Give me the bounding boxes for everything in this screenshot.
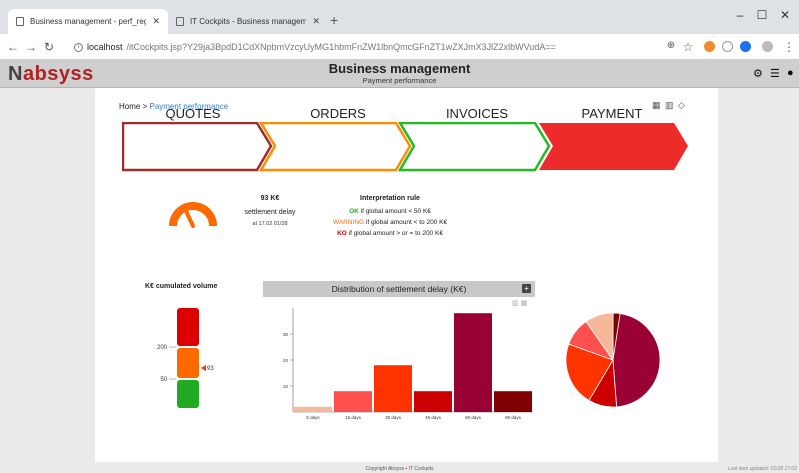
- content-area: Home > Payment performance ▦ ▥ ◇ QUOTES …: [0, 88, 799, 473]
- x-tick-label: 90 days: [505, 415, 522, 420]
- browser-tab[interactable]: IT Cockpits - Business management ✕: [168, 9, 328, 34]
- new-tab-icon[interactable]: +: [330, 12, 338, 28]
- tick-label-200: 200: [157, 345, 168, 351]
- forward-icon[interactable]: →: [24, 40, 38, 54]
- rule-warning: WARNING if global amount < to 200 K€: [315, 219, 465, 226]
- rules-title: Interpretation rule: [360, 195, 420, 202]
- volume-title: K€ cumulated volume: [145, 283, 218, 290]
- refresh-icon[interactable]: ◇: [678, 100, 685, 111]
- gear-icon[interactable]: ⚙: [753, 67, 763, 80]
- zoom-icon[interactable]: ⊕: [664, 40, 678, 51]
- bookmark-star-icon[interactable]: ☆: [681, 40, 695, 54]
- extension-icon[interactable]: [740, 41, 751, 52]
- tab-title: IT Cockpits - Business management: [190, 17, 307, 26]
- browser-tab-active[interactable]: Business management - perf_reg ✕: [8, 9, 168, 34]
- extension-icon[interactable]: [704, 41, 715, 52]
- tab-title: Business management - perf_reg: [30, 17, 147, 26]
- y-tick-label: 10: [283, 384, 289, 389]
- copyright: Copyright Absyss ▪ IT Cockpits: [0, 466, 799, 472]
- back-icon[interactable]: ←: [6, 40, 20, 54]
- browser-tabstrip: Business management - perf_reg ✕ IT Cock…: [0, 0, 799, 34]
- chart-header: Distribution of settlement delay (K€) +: [263, 281, 535, 297]
- page-subtitle: Payment performance: [362, 76, 437, 85]
- step-quotes[interactable]: [122, 122, 273, 172]
- x-tick-label: 60 days: [465, 415, 482, 420]
- rule-ko-text: if global amount > or = to 200 K€: [346, 230, 443, 237]
- close-tab-icon[interactable]: ✕: [312, 16, 320, 27]
- reload-icon[interactable]: ↻: [42, 40, 56, 54]
- rule-ko: KO if global amount > or = to 200 K€: [315, 230, 465, 237]
- y-tick-label: 20: [283, 358, 289, 363]
- step-orders[interactable]: [258, 122, 412, 172]
- url-host: localhost: [87, 42, 123, 52]
- bar-chart: 10 20 30 5 days 15 days 30 days 45 days 60 days…: [283, 308, 533, 420]
- close-window-icon[interactable]: ✕: [776, 8, 794, 22]
- step-label-invoices: INVOICES: [445, 106, 509, 121]
- kpi-date: at 17.02 01/28: [252, 221, 288, 227]
- expand-icon[interactable]: +: [522, 284, 531, 293]
- step-invoices[interactable]: [397, 122, 551, 172]
- page-icon: [176, 17, 184, 26]
- kpi-value: 93 K€: [260, 195, 280, 202]
- rule-ok-text: if global amount < 50 K€: [358, 208, 431, 215]
- list-icon[interactable]: ☰: [770, 67, 780, 80]
- volume-ko-zone: [177, 308, 199, 346]
- volume-marker-label: 93: [207, 366, 214, 372]
- info-icon[interactable]: i: [74, 42, 83, 52]
- main-panel: Home > Payment performance ▦ ▥ ◇ QUOTES …: [95, 88, 718, 462]
- footer-logo-icon: ▪: [405, 466, 408, 472]
- rule-warning-label: WARNING: [332, 219, 365, 226]
- last-updated: Last item updated: 01/28 17:02: [728, 466, 797, 472]
- process-steps: [122, 122, 688, 172]
- x-tick-label: 15 days: [345, 415, 362, 420]
- bar[interactable]: [494, 391, 532, 412]
- volume-marker: [201, 365, 206, 371]
- menu-dots-icon[interactable]: ⋮: [782, 40, 796, 54]
- kpi-label: settlement delay: [244, 209, 296, 216]
- step-label-payment: PAYMENT: [581, 106, 643, 121]
- rule-ok: OK if global amount < 50 K€: [315, 208, 465, 215]
- volume-warning-zone: [177, 348, 199, 378]
- pie-slice[interactable]: [612, 313, 661, 408]
- pie-chart: [565, 312, 661, 408]
- tick-label-50: 50: [160, 377, 167, 383]
- footer-product: IT Cockpits: [408, 466, 434, 472]
- x-tick-label: 30 days: [385, 415, 402, 420]
- browser-toolbar: ← → ↻ i localhost/itCockpits.jsp?Y29ja3B…: [0, 34, 799, 60]
- footer: Copyright Absyss ▪ IT Cockpits Last item…: [0, 466, 799, 473]
- volume-ok-zone: [177, 380, 199, 408]
- bar[interactable]: [374, 365, 412, 412]
- page-icon: [16, 17, 24, 26]
- chart-title: Distribution of settlement delay (K€): [331, 284, 467, 294]
- address-bar[interactable]: i localhost/itCockpits.jsp?Y29ja3BpdD1Cd…: [74, 38, 659, 56]
- extension-icon[interactable]: [722, 41, 733, 52]
- close-tab-icon[interactable]: ✕: [152, 16, 160, 27]
- app-header: Nabsyss Business management Payment perf…: [0, 60, 799, 88]
- minimize-icon[interactable]: –: [731, 8, 749, 22]
- step-payment[interactable]: [539, 123, 688, 170]
- url-path: /itCockpits.jsp?Y29ja3BpdD1CdXNpbmVzcyUy…: [126, 42, 556, 52]
- rule-ok-label: OK: [349, 208, 359, 215]
- bar[interactable]: [294, 406, 332, 412]
- step-label-orders: ORDERS: [310, 106, 366, 121]
- page-title: Business management: [328, 61, 471, 76]
- step-label-quotes: QUOTES: [165, 106, 221, 121]
- bar[interactable]: [454, 313, 492, 412]
- profile-avatar[interactable]: [762, 41, 773, 52]
- volume-indicator: 200 50 93: [157, 308, 214, 408]
- user-icon[interactable]: ●: [787, 67, 794, 79]
- gauge-icon: [169, 202, 217, 228]
- x-tick-label: 45 days: [425, 415, 442, 420]
- bar[interactable]: [334, 391, 372, 412]
- copyright-text: Copyright Absyss: [365, 466, 405, 472]
- x-tick-label: 5 days: [306, 415, 320, 420]
- rule-ko-label: KO: [337, 230, 347, 237]
- bar[interactable]: [414, 391, 452, 412]
- maximize-icon[interactable]: ☐: [753, 8, 771, 22]
- rule-warning-text: if global amount < to 200 K€: [364, 219, 448, 226]
- y-tick-label: 30: [283, 332, 289, 337]
